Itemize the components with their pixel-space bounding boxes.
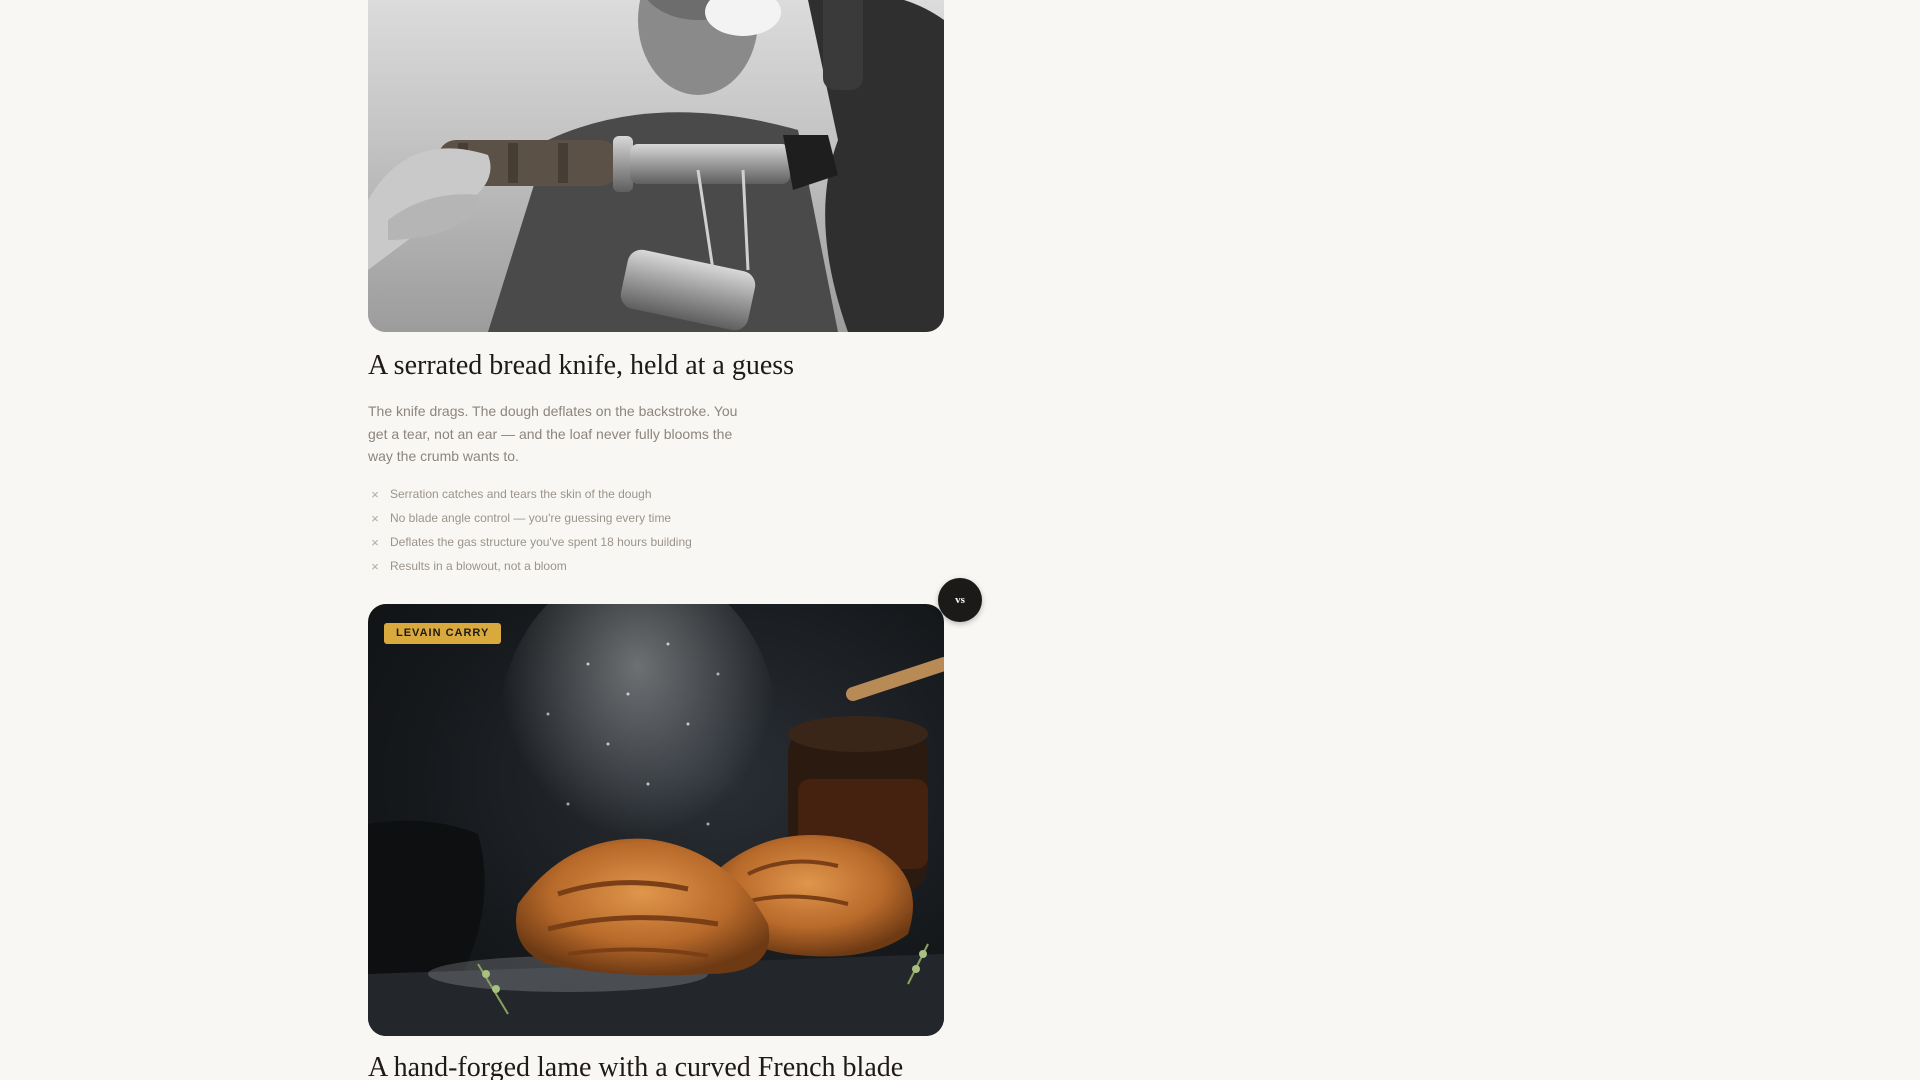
croissant-photo: LEVAIN CARRY bbox=[368, 604, 944, 1036]
close-icon: × bbox=[371, 534, 379, 550]
cons-item-text: Deflates the gas structure you've spent … bbox=[390, 535, 692, 549]
cons-item-text: Results in a blowout, not a bloom bbox=[390, 559, 567, 573]
comparison-page: A serrated bread knife, held at a guess … bbox=[0, 0, 1920, 1080]
serrated-card-title: A serrated bread knife, held at a guess bbox=[368, 350, 795, 381]
cons-item-text: Serration catches and tears the skin of … bbox=[390, 487, 652, 501]
serrated-knife-photo bbox=[368, 0, 944, 332]
versus-badge: vs bbox=[938, 578, 982, 622]
close-icon: × bbox=[371, 510, 379, 526]
close-icon: × bbox=[371, 486, 379, 502]
product-badge: LEVAIN CARRY bbox=[384, 623, 502, 644]
cons-list-item: × Results in a blowout, not a bloom bbox=[368, 554, 692, 578]
cons-list-item: × No blade angle control — you're guessi… bbox=[368, 506, 692, 530]
cons-list-item: × Serration catches and tears the skin o… bbox=[368, 482, 692, 506]
lame-card-title: A hand-forged lame with a curved French … bbox=[368, 1052, 904, 1080]
close-icon: × bbox=[371, 558, 379, 574]
serrated-card-description: The knife drags. The dough deflates on t… bbox=[368, 403, 738, 464]
cons-list-item: × Deflates the gas structure you've spen… bbox=[368, 530, 692, 554]
serrated-cons-list: × Serration catches and tears the skin o… bbox=[368, 482, 692, 578]
cons-item-text: No blade angle control — you're guessing… bbox=[390, 511, 672, 525]
